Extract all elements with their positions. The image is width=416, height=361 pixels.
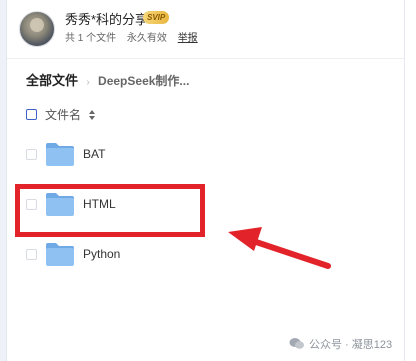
sort-icon[interactable] xyxy=(88,108,96,122)
folder-icon xyxy=(46,143,74,166)
report-link[interactable]: 举报 xyxy=(178,33,198,44)
scrollbar-track[interactable] xyxy=(404,0,416,361)
share-meta: 共 1 个文件 永久有效 举报 xyxy=(65,29,198,44)
avatar[interactable] xyxy=(19,11,55,47)
breadcrumb-separator: › xyxy=(86,77,90,88)
folder-name[interactable]: BAT xyxy=(83,147,105,161)
watermark: 公众号 · 凝思123 xyxy=(289,336,392,352)
highlight-box xyxy=(15,184,205,237)
select-all-checkbox[interactable] xyxy=(26,109,37,120)
header-divider xyxy=(7,58,404,59)
row-checkbox[interactable] xyxy=(26,149,37,160)
watermark-text: 公众号 · 凝思123 xyxy=(309,339,393,351)
list-item[interactable]: BAT xyxy=(7,130,404,180)
wechat-icon xyxy=(289,338,304,349)
validity: 永久有效 xyxy=(126,33,167,44)
list-item[interactable]: Python xyxy=(7,230,404,280)
folder-name[interactable]: Python xyxy=(83,247,120,261)
row-checkbox[interactable] xyxy=(26,249,37,260)
folder-icon xyxy=(46,243,74,266)
breadcrumb-root[interactable]: 全部文件 xyxy=(26,73,78,88)
left-rail xyxy=(0,0,7,361)
sharer-name: 秀秀*科的分享 xyxy=(65,12,149,27)
breadcrumb: 全部文件 › DeepSeek制作... xyxy=(26,70,189,89)
breadcrumb-current[interactable]: DeepSeek制作... xyxy=(98,74,189,88)
svip-badge: SVIP xyxy=(143,11,170,24)
file-count: 共 1 个文件 xyxy=(65,33,117,44)
share-header: 秀秀*科的分享 SVIP 共 1 个文件 永久有效 举报 xyxy=(7,0,404,58)
column-title-filename[interactable]: 文件名 xyxy=(45,106,81,123)
